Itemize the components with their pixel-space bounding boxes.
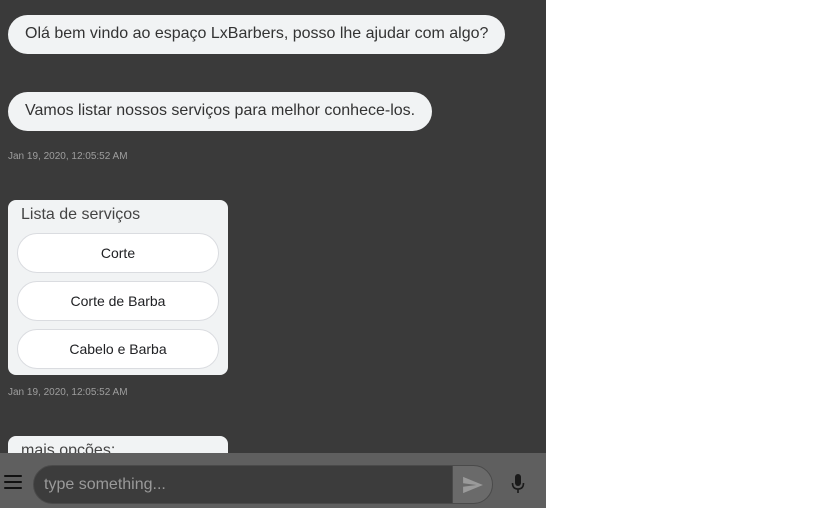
service-chip-cabelo-e-barba[interactable]: Cabelo e Barba [17, 329, 219, 369]
chat-panel: Olá bem vindo ao espaço LxBarbers, posso… [0, 0, 546, 508]
bot-message-intro: Vamos listar nossos serviços para melhor… [8, 92, 433, 131]
message-list[interactable]: Olá bem vindo ao espaço LxBarbers, posso… [0, 0, 546, 453]
message-timestamp: Jan 19, 2020, 12:05:52 AM [8, 387, 128, 398]
message-timestamp: Jan 19, 2020, 12:05:52 AM [8, 151, 128, 162]
send-icon [462, 476, 483, 493]
message-input[interactable] [33, 465, 453, 504]
service-chip-corte[interactable]: Corte [17, 233, 219, 273]
microphone-icon [511, 474, 525, 493]
microphone-button[interactable] [506, 471, 530, 497]
services-card-title: Lista de serviços [21, 206, 141, 223]
services-card: Lista de serviços Corte Corte de Barba C… [8, 200, 228, 375]
bot-message-greeting: Olá bem vindo ao espaço LxBarbers, posso… [8, 15, 506, 54]
more-options-card-title: mais opções: [21, 442, 116, 453]
input-bar [0, 453, 546, 508]
menu-icon[interactable] [4, 475, 22, 489]
send-button[interactable] [452, 465, 493, 504]
service-chip-corte-de-barba[interactable]: Corte de Barba [17, 281, 219, 321]
more-options-card: mais opções: [8, 436, 228, 453]
